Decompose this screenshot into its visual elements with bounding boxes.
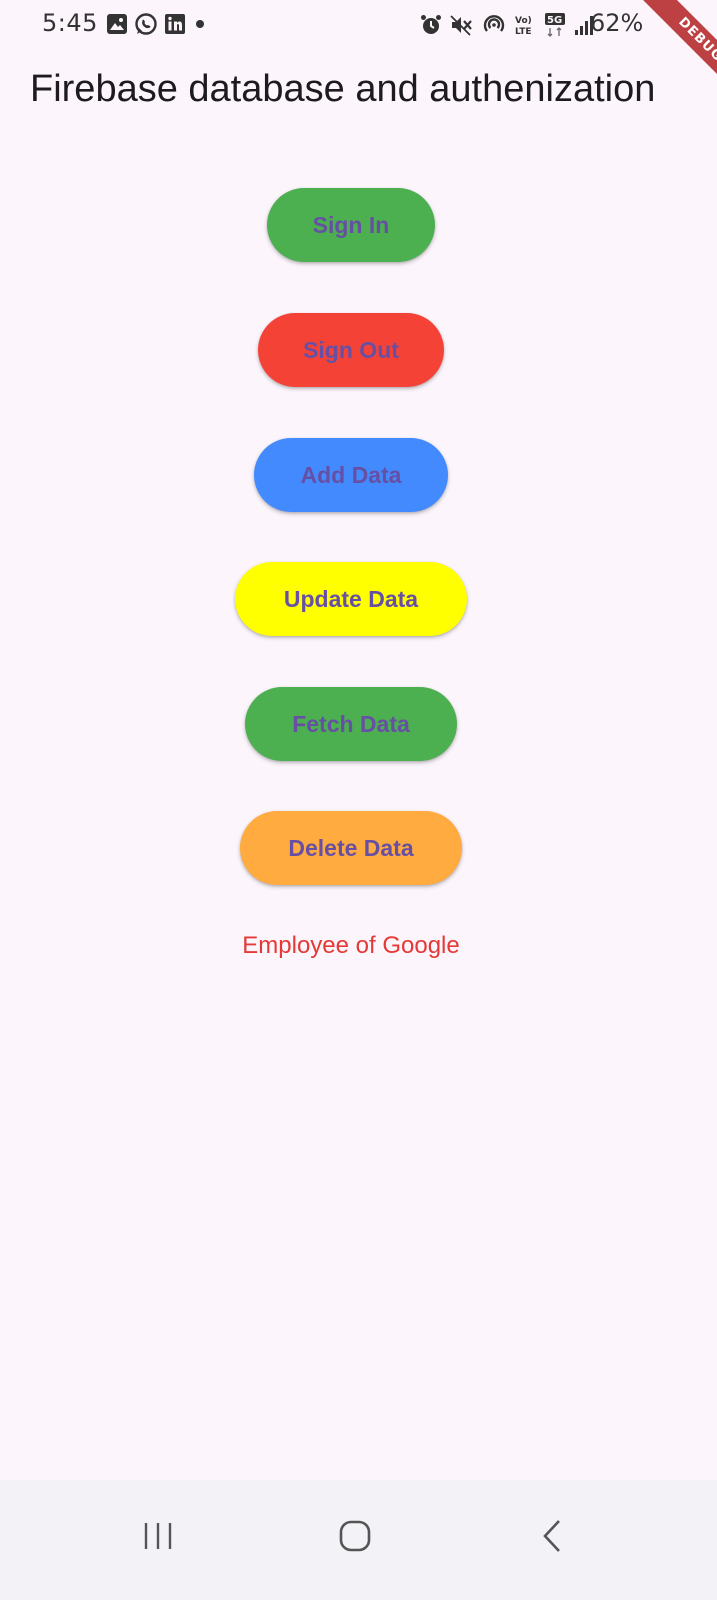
hotspot-icon [482, 13, 506, 37]
recents-icon[interactable] [128, 1506, 188, 1566]
mute-icon [450, 14, 474, 36]
status-bar: 5:45 Vo) LTE 5G 62% [0, 0, 717, 48]
page-title: Firebase database and authenization [30, 68, 656, 110]
dot-icon [192, 13, 208, 35]
add-data-button[interactable]: Add Data [254, 438, 448, 512]
battery-percentage: 62% [590, 9, 644, 37]
gallery-icon [106, 13, 128, 35]
5g-icon: 5G [544, 12, 566, 38]
status-time: 5:45 [42, 9, 98, 37]
navigation-bar [0, 1480, 717, 1600]
employee-text: Employee of Google [242, 932, 460, 959]
volte-icon: Vo) LTE [514, 13, 536, 37]
status-left-icons [106, 12, 208, 36]
fetch-data-button[interactable]: Fetch Data [245, 687, 457, 761]
sign-out-button[interactable]: Sign Out [258, 313, 444, 387]
linkedin-icon [164, 13, 186, 35]
back-icon[interactable] [522, 1506, 582, 1566]
status-right-icons: Vo) LTE 5G [420, 12, 594, 38]
sign-in-button[interactable]: Sign In [267, 188, 435, 262]
update-data-button[interactable]: Update Data [235, 562, 467, 636]
delete-data-button[interactable]: Delete Data [240, 811, 462, 885]
home-icon[interactable] [325, 1506, 385, 1566]
whatsapp-icon [134, 12, 158, 36]
svg-text:5G: 5G [547, 15, 562, 26]
alarm-icon [420, 14, 442, 36]
svg-text:LTE: LTE [515, 27, 532, 37]
svg-text:Vo): Vo) [515, 16, 532, 26]
